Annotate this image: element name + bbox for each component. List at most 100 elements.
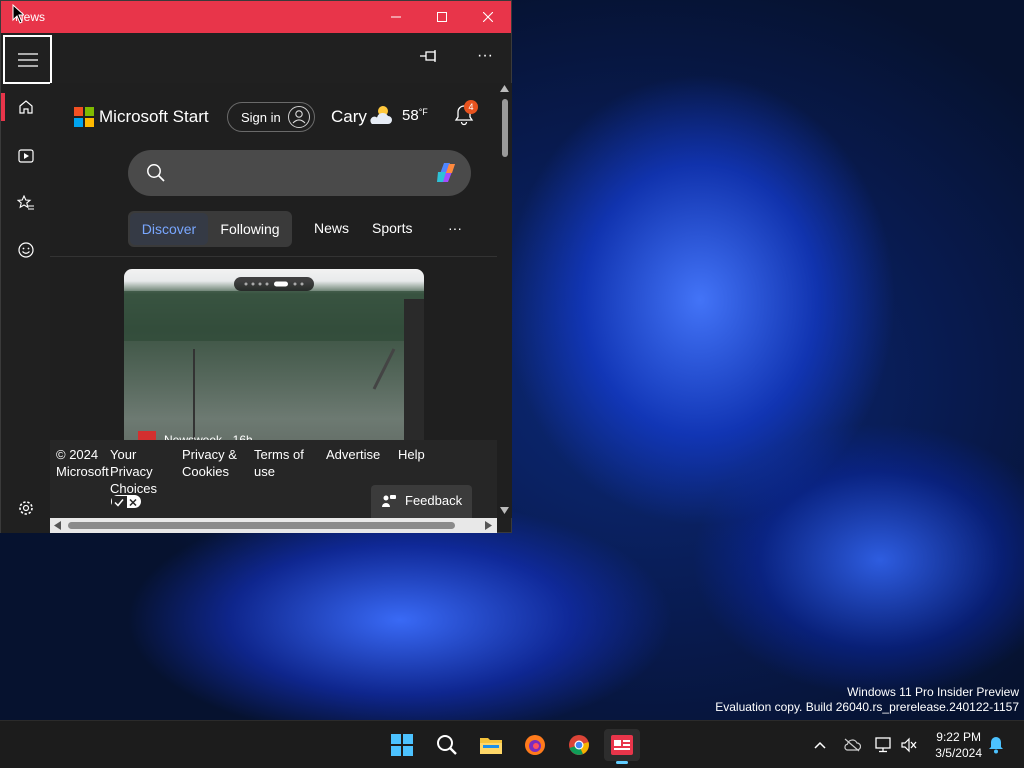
file-explorer-button[interactable] (473, 729, 509, 761)
star-list-icon (16, 195, 34, 210)
terms-line-1: Terms of (254, 447, 304, 462)
windows-start-icon (391, 734, 413, 756)
brand-title: Microsoft Start (99, 107, 209, 126)
tabs-divider (50, 256, 497, 257)
copilot-icon (437, 163, 455, 182)
taskbar: 9:22 PM 3/5/2024 (0, 720, 1024, 768)
close-icon (483, 12, 493, 22)
mouse-cursor-icon (12, 4, 24, 24)
nav-home[interactable] (1, 87, 50, 127)
tab-news[interactable]: News (314, 220, 349, 236)
copyright-text: © 2024 Microsoft (56, 446, 109, 480)
minimize-icon (391, 16, 401, 18)
start-button[interactable] (384, 729, 420, 761)
system-clock[interactable]: 9:22 PM 3/5/2024 (935, 729, 982, 761)
video-play-icon (17, 149, 34, 163)
search-box[interactable] (128, 150, 471, 196)
maximize-button[interactable] (419, 1, 465, 33)
privacy-choices-link[interactable]: Your Privacy Choices (110, 446, 157, 497)
hamburger-icon (17, 52, 38, 67)
nav-rail (1, 33, 52, 533)
scroll-up-arrow-icon[interactable] (500, 85, 509, 92)
more-dots-icon: ··· (477, 47, 493, 64)
vertical-scroll-thumb[interactable] (502, 99, 508, 157)
pin-icon (420, 50, 436, 62)
temperature-unit: °F (418, 107, 428, 117)
temperature-value: 58 (402, 107, 419, 124)
firefox-button[interactable] (517, 729, 553, 761)
nav-favorites[interactable] (1, 183, 50, 223)
feed-content: Microsoft Start Sign in Cary 58°F 4 Disc… (50, 83, 497, 518)
volume-muted-icon (901, 737, 917, 753)
firefox-icon (525, 735, 545, 755)
menu-button[interactable] (3, 35, 52, 84)
taskbar-search-button[interactable] (429, 729, 465, 761)
scroll-left-arrow-icon[interactable] (54, 521, 61, 530)
notification-count-badge: 4 (464, 100, 478, 114)
active-app-indicator (616, 761, 628, 764)
privacy-cookies-link[interactable]: Privacy & Cookies (182, 446, 237, 480)
folder-icon (480, 738, 502, 754)
minimize-button[interactable] (373, 1, 419, 33)
privacy-choices-toggle-icon[interactable] (111, 495, 141, 509)
title-bar[interactable]: News (1, 1, 511, 33)
tab-sports[interactable]: Sports (372, 220, 412, 236)
scroll-down-arrow-icon[interactable] (500, 507, 509, 514)
news-card[interactable]: Newsweek · 16h (124, 269, 424, 469)
nav-settings[interactable] (1, 488, 50, 528)
partly-cloudy-icon (368, 103, 396, 132)
network-tray-button[interactable] (874, 735, 894, 755)
news-taskbar-button[interactable] (604, 729, 640, 764)
carousel-indicator (234, 277, 314, 291)
user-avatar-icon (288, 106, 310, 128)
feedback-label: Feedback (405, 493, 463, 508)
advertise-link[interactable]: Advertise (326, 446, 380, 463)
terms-line-2: use (254, 464, 275, 479)
clock-date: 3/5/2024 (935, 746, 982, 760)
more-options-button[interactable]: ··· (477, 47, 493, 65)
horizontal-scrollbar[interactable] (50, 518, 497, 533)
microsoft-logo (74, 107, 94, 127)
search-icon (437, 735, 457, 755)
chevron-up-icon (814, 741, 826, 749)
copilot-button[interactable] (431, 158, 461, 193)
cloud-offline-icon (844, 738, 861, 752)
notifications-button[interactable] (986, 735, 1006, 755)
help-link[interactable]: Help (398, 446, 425, 463)
network-monitor-icon (875, 737, 891, 753)
feedback-button[interactable]: Feedback (371, 485, 472, 518)
weather-city[interactable]: Cary (331, 107, 367, 127)
sign-in-button[interactable]: Sign in (227, 102, 315, 132)
terms-of-use-link[interactable]: Terms of use (254, 446, 304, 480)
search-icon (147, 164, 165, 182)
nav-entertainment[interactable] (1, 230, 50, 270)
chrome-icon (569, 735, 589, 755)
tab-following[interactable]: Following (210, 213, 290, 245)
weather-temperature[interactable]: 58°F (402, 107, 428, 124)
close-button[interactable] (465, 1, 511, 33)
horizontal-scroll-thumb[interactable] (68, 522, 455, 529)
maximize-icon (437, 12, 447, 22)
privacy-cookies-line-1: Privacy & (182, 447, 237, 462)
news-app-icon (611, 735, 633, 755)
privacy-cookies-line-2: Cookies (182, 464, 229, 479)
smiley-icon (17, 242, 34, 258)
app-header: ··· (50, 33, 512, 83)
clock-time: 9:22 PM (936, 730, 981, 744)
gear-icon (18, 501, 33, 515)
copyright-line-2: Microsoft (56, 464, 109, 479)
home-icon (18, 100, 33, 114)
onedrive-tray-button[interactable] (842, 735, 862, 755)
privacy-choices-line-2: Privacy (110, 464, 153, 479)
scroll-right-arrow-icon[interactable] (485, 521, 492, 530)
page-footer: © 2024 Microsoft Your Privacy Choices Pr… (50, 440, 497, 518)
chrome-button[interactable] (561, 729, 597, 761)
tabs-more-button[interactable]: ··· (448, 220, 462, 236)
tab-discover[interactable]: Discover (130, 213, 208, 245)
vertical-scrollbar[interactable] (497, 83, 512, 518)
pin-button[interactable] (419, 48, 441, 68)
nav-video[interactable] (1, 136, 50, 176)
volume-tray-button[interactable] (899, 735, 919, 755)
show-hidden-icons-button[interactable] (810, 735, 830, 755)
privacy-choices-line-1: Your (110, 447, 137, 462)
